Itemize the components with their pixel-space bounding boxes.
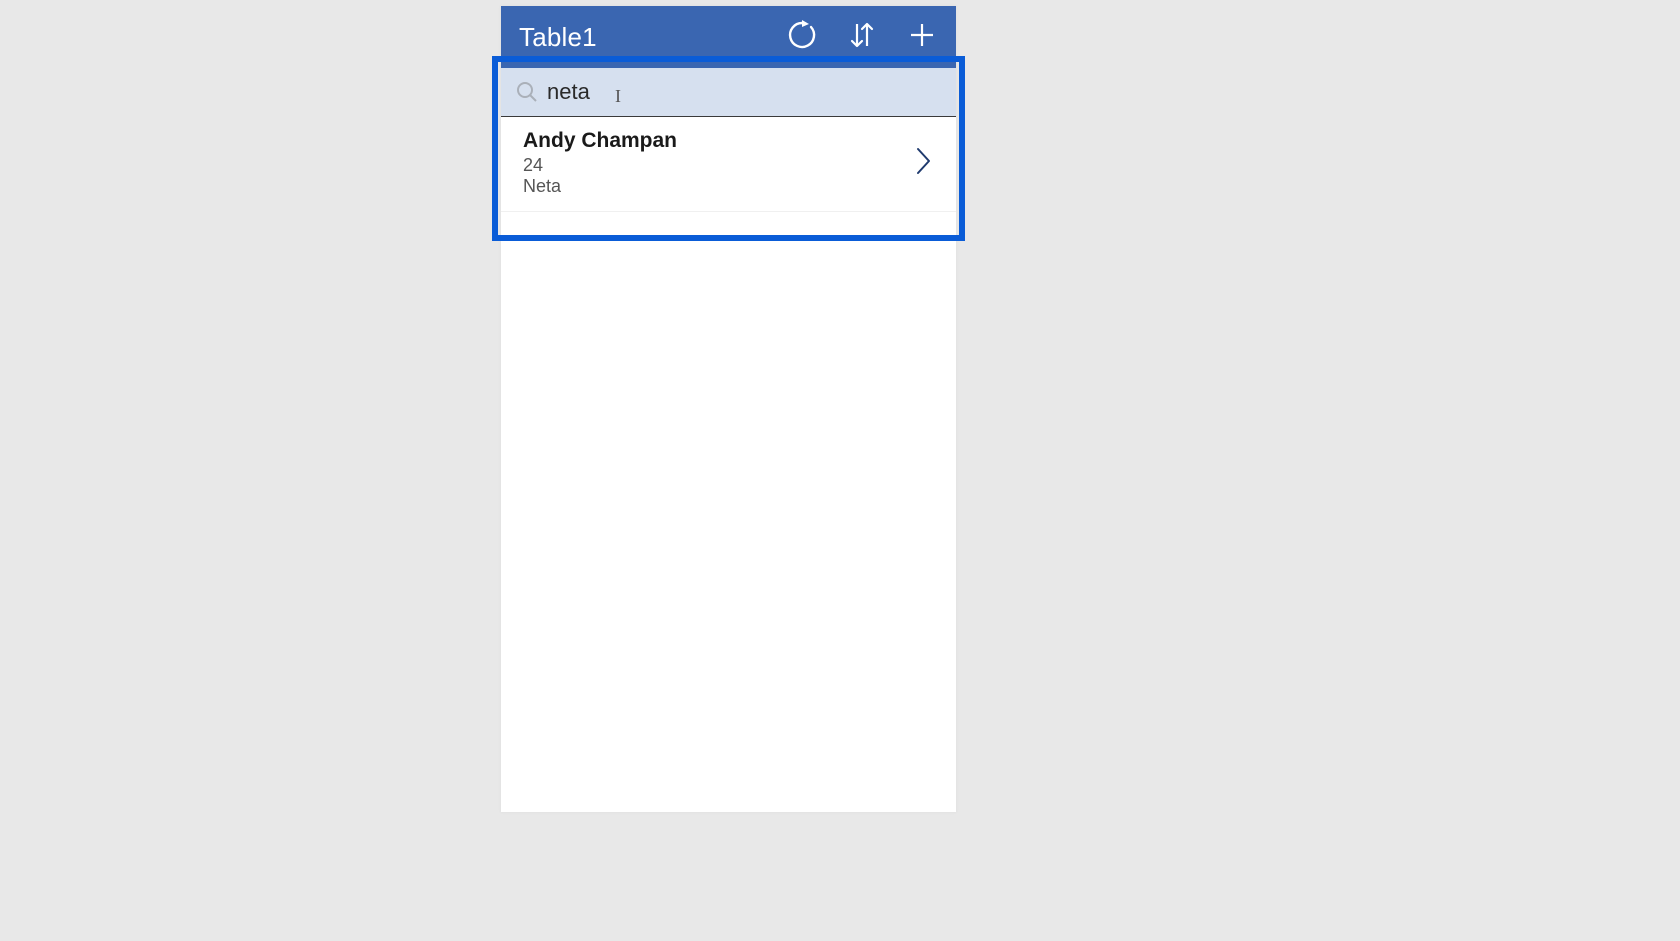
results-list: Andy Champan 24 Neta	[501, 117, 956, 812]
add-button[interactable]	[906, 21, 938, 53]
search-icon	[513, 78, 541, 106]
list-item-title: Andy Champan	[523, 129, 910, 153]
header-bar: Table1	[501, 6, 956, 68]
header-actions	[786, 21, 942, 53]
header-title: Table1	[519, 22, 786, 53]
refresh-icon	[787, 20, 817, 55]
list-item-subtitle2: Neta	[523, 176, 910, 197]
list-item[interactable]: Andy Champan 24 Neta	[501, 117, 956, 212]
list-item-content: Andy Champan 24 Neta	[523, 129, 910, 197]
refresh-button[interactable]	[786, 21, 818, 53]
search-input[interactable]	[547, 68, 944, 116]
plus-icon	[908, 21, 936, 54]
list-item-chevron[interactable]	[910, 146, 938, 180]
sort-button[interactable]	[846, 21, 878, 53]
list-item-subtitle1: 24	[523, 155, 910, 176]
chevron-right-icon	[915, 146, 933, 181]
sort-icon	[848, 20, 876, 55]
search-row	[501, 68, 956, 117]
app-frame: Table1	[501, 6, 956, 812]
